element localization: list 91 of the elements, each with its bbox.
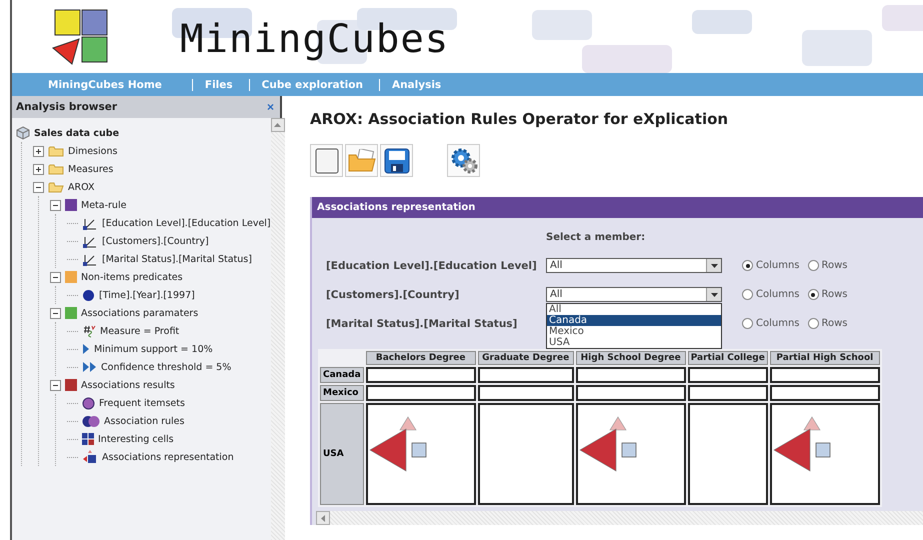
folder-icon (48, 145, 64, 157)
radio-label: Rows (822, 289, 848, 300)
member-select[interactable]: All (546, 287, 722, 302)
panel-title: Associations representation (312, 197, 923, 218)
save-icon (384, 148, 410, 174)
tree-item[interactable]: AROX (68, 182, 94, 192)
row-header: USA (320, 403, 364, 505)
dimension-label: [Marital Status].[Marital Status] (326, 318, 518, 330)
member-select[interactable]: All (546, 258, 722, 273)
dimension-label: [Education Level].[Education Level] (326, 260, 538, 272)
measure-icon (82, 324, 96, 338)
ball-icon (82, 396, 95, 410)
logo-icon (52, 8, 110, 64)
horizontal-scrollbar[interactable] (316, 511, 923, 525)
radio-label: Columns (756, 318, 800, 329)
tree-item[interactable]: Dimesions (68, 146, 118, 156)
axes-icon (82, 252, 98, 266)
column-header: Partial College (688, 351, 768, 365)
two-balls-icon (82, 414, 100, 428)
cube-icon (16, 126, 30, 140)
radio-label: Columns (756, 260, 800, 271)
caret-icon (710, 292, 718, 296)
tree-item[interactable]: Interesting cells (98, 434, 174, 444)
new-document-icon (314, 148, 338, 174)
expand-toggle[interactable] (33, 164, 44, 174)
folder-icon (48, 163, 64, 175)
settings-icon (450, 146, 478, 174)
tree-item[interactable]: Associations results (81, 380, 175, 390)
scroll-left-button[interactable] (316, 511, 330, 525)
left-arrow-icon (321, 514, 325, 522)
grid-icon (82, 433, 94, 445)
radio-button[interactable] (808, 318, 819, 329)
tree-item[interactable]: Associations representation (102, 452, 234, 462)
tree-item[interactable]: Meta-rule (81, 200, 126, 210)
collapse-toggle[interactable] (50, 200, 61, 210)
new-button[interactable] (310, 144, 343, 177)
ball-icon (82, 288, 95, 302)
tree-item[interactable]: Sales data cube (34, 128, 120, 138)
dimension-label: [Customers].[Country] (326, 288, 460, 300)
dropdown-option[interactable]: Canada (547, 315, 721, 326)
radio-button[interactable] (742, 289, 753, 300)
radio-button[interactable] (742, 260, 753, 271)
tree-item[interactable]: Confidence threshold = 5% (101, 362, 232, 372)
row-header: Canada (320, 367, 364, 383)
row-header: Mexico (320, 385, 364, 401)
tree-item[interactable]: [Education Level].[Education Level] (102, 218, 271, 228)
tree-item[interactable]: [Customers].[Country] (102, 236, 209, 246)
column-header: Partial High School (770, 351, 880, 365)
vertical-scrollbar[interactable] (270, 118, 285, 540)
collapse-toggle[interactable] (33, 182, 44, 192)
association-glyph-drawing (369, 416, 426, 472)
tree-item[interactable]: Measures (68, 164, 114, 174)
axes-icon (82, 216, 98, 230)
column-header: Graduate Degree (478, 351, 574, 365)
axes-icon (82, 234, 98, 248)
page-title: AROX: Association Rules Operator for eXplication (310, 110, 730, 128)
radio-button[interactable] (808, 260, 819, 271)
association-glyph-drawing (773, 416, 830, 472)
column-header: Bachelors Degree (366, 351, 476, 365)
settings-button[interactable] (447, 144, 480, 177)
sidebar-title: Analysis browser (16, 101, 118, 113)
tree-item[interactable]: Associations paramaters (81, 308, 198, 318)
radio-button[interactable] (742, 318, 753, 329)
collapse-toggle[interactable] (50, 308, 61, 318)
folder-icon (348, 148, 376, 172)
tree-item[interactable]: Measure = Profit (100, 326, 180, 336)
double-arrow-icon (82, 361, 97, 373)
radio-button[interactable] (808, 289, 819, 300)
radio-label: Rows (822, 318, 848, 329)
tree-item[interactable]: Non-items predicates (81, 272, 183, 282)
up-arrow-icon (274, 123, 282, 127)
tree-item[interactable]: [Time].[Year].[1997] (99, 290, 195, 300)
app-name: MiningCubes (180, 17, 450, 62)
tree-item[interactable]: Association rules (104, 416, 184, 426)
expand-toggle[interactable] (33, 146, 44, 156)
radio-label: Columns (756, 289, 800, 300)
shapes-icon (82, 450, 98, 464)
save-button[interactable] (380, 144, 413, 177)
scroll-up-button[interactable] (270, 118, 285, 132)
column-header: High School Degree (576, 351, 686, 365)
collapse-toggle[interactable] (50, 380, 61, 390)
arrow-icon (82, 343, 90, 355)
folder-icon (48, 181, 64, 193)
association-glyph-drawing (579, 416, 636, 472)
collapse-toggle[interactable] (50, 272, 61, 282)
tree-item[interactable]: [Marital Status].[Marital Status] (102, 254, 252, 264)
prompt-label: Select a member: (546, 232, 646, 243)
radio-label: Rows (822, 260, 848, 271)
caret-icon (710, 264, 718, 268)
tree-item[interactable]: Minimum support = 10% (94, 344, 213, 354)
tree-item[interactable]: Frequent itemsets (99, 398, 185, 408)
